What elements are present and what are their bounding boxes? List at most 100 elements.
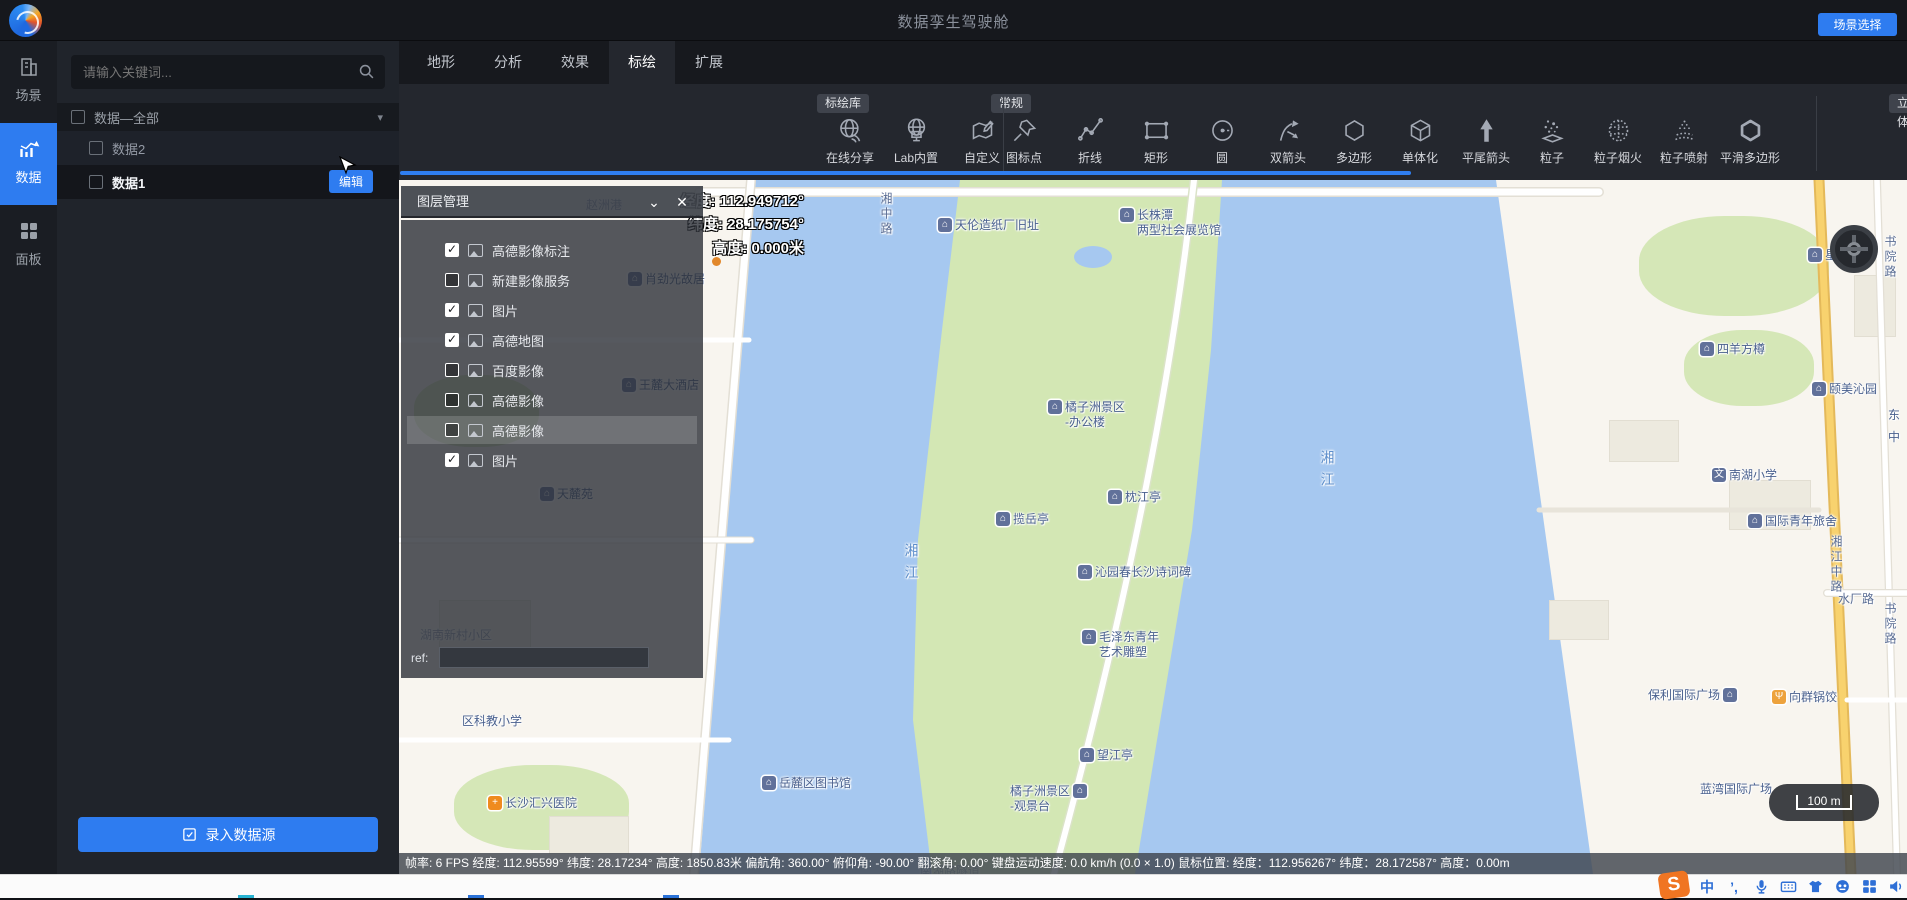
globe-screen-icon	[883, 117, 949, 144]
tree-root-row[interactable]: 数据—全部 ▾	[57, 103, 399, 131]
toolbar-scroll-indicator[interactable]	[400, 171, 1411, 175]
tool-粒子喷射[interactable]: 粒子喷射	[1651, 115, 1717, 175]
compass-control[interactable]	[1830, 225, 1878, 273]
map-label: 东	[1888, 408, 1900, 423]
layer-checkbox[interactable]	[445, 303, 459, 317]
search-icon[interactable]	[358, 63, 375, 80]
tool-label: 多边形	[1336, 151, 1372, 165]
tool-粒子[interactable]: 粒子	[1519, 115, 1585, 175]
tool-平尾箭头[interactable]: 平尾箭头	[1453, 115, 1519, 175]
tree-item-label: 数据2	[112, 139, 145, 158]
left-nav: 场景数据面板	[0, 41, 57, 874]
chevron-down-icon[interactable]: ▾	[377, 111, 383, 124]
lang-zh-icon[interactable]: 中	[1698, 878, 1716, 896]
pin-icon	[991, 117, 1057, 144]
landmark-poi-icon: ⌂	[1078, 565, 1092, 579]
tool-label: 折线	[1078, 151, 1102, 165]
keyboard-icon[interactable]	[1779, 878, 1797, 896]
tree-item-checkbox[interactable]	[89, 141, 103, 155]
speaker-icon[interactable]	[1887, 878, 1905, 896]
map-label: 区科教小学	[462, 714, 522, 729]
punctuation-icon[interactable]: ’,	[1725, 878, 1743, 896]
layer-label: 高德影像	[492, 391, 544, 410]
landmark-poi-icon: ⌂	[938, 218, 952, 232]
skin-icon[interactable]	[1806, 878, 1824, 896]
tool-粒子烟火[interactable]: 粒子烟火	[1585, 115, 1651, 175]
tool-折线[interactable]: 折线	[1057, 115, 1123, 175]
tab-标绘[interactable]: 标绘	[609, 41, 675, 84]
tree-item-checkbox[interactable]	[89, 175, 103, 189]
layer-row[interactable]: 百度影像	[407, 356, 697, 384]
layer-checkbox[interactable]	[445, 453, 459, 467]
tool-模型[interactable]: 模型	[1889, 115, 1907, 175]
hospital-poi-icon: +	[488, 796, 502, 810]
map-label-text: 橘子洲景区-办公楼	[1065, 400, 1125, 430]
robot-icon[interactable]	[1833, 878, 1851, 896]
layer-dialog-header[interactable]: 图层管理 ⌄ ✕	[401, 186, 703, 218]
tree-root-checkbox[interactable]	[71, 110, 85, 124]
ref-input[interactable]	[439, 647, 649, 668]
map-label-text: 蓝湾国际广场	[1700, 782, 1772, 797]
mic-icon[interactable]	[1752, 878, 1770, 896]
sogou-logo-icon[interactable]: S	[1657, 870, 1690, 900]
close-icon[interactable]: ✕	[669, 186, 695, 218]
tool-矩形[interactable]: 矩形	[1123, 115, 1189, 175]
image-layer-icon	[468, 454, 483, 467]
layer-manager-dialog: 图层管理 ⌄ ✕ 高德影像标注新建影像服务图片高德地图百度影像高德影像高德影像图…	[401, 186, 703, 678]
sidebar-item-场景[interactable]: 场景	[0, 41, 57, 123]
sidebar-item-面板[interactable]: 面板	[0, 205, 57, 287]
layer-row[interactable]: 图片	[407, 296, 697, 324]
map-label-text: 书院路	[1882, 602, 1897, 647]
layer-row[interactable]: 高德影像标注	[407, 236, 697, 264]
sidebar-item-数据[interactable]: 数据	[0, 123, 57, 205]
tool-平滑多边形[interactable]: 平滑多边形	[1717, 115, 1783, 175]
import-datasource-label: 录入数据源	[206, 825, 276, 845]
plot-toolbar: 地形分析效果标绘扩展 标绘库在线分享Lab内置自定义常规图标点折线矩形圆双箭头多…	[399, 41, 1907, 180]
tool-双箭头[interactable]: 双箭头	[1255, 115, 1321, 175]
map-label: 书院路	[1882, 602, 1897, 647]
map-label-text: 颐美沁园	[1829, 382, 1877, 397]
layer-checkbox[interactable]	[445, 393, 459, 407]
layer-checkbox[interactable]	[445, 423, 459, 437]
tool-多边形[interactable]: 多边形	[1321, 115, 1387, 175]
import-datasource-button[interactable]: 录入数据源	[78, 817, 378, 852]
tool-在线分享[interactable]: 在线分享	[817, 115, 883, 175]
search-input[interactable]	[83, 55, 343, 89]
map-label-text: 毛泽东青年艺术雕塑	[1099, 630, 1159, 660]
layer-checkbox[interactable]	[445, 243, 459, 257]
layer-row[interactable]: 高德影像	[407, 416, 697, 444]
image-layer-icon	[468, 274, 483, 287]
layer-row[interactable]: 新建影像服务	[407, 266, 697, 294]
tool-Lab内置[interactable]: Lab内置	[883, 115, 949, 175]
map-label: ⌂长株潭两型社会展览馆	[1120, 208, 1221, 238]
tab-扩展[interactable]: 扩展	[676, 41, 742, 84]
scene-select-button[interactable]: 场景选择	[1818, 13, 1897, 36]
image-layer-icon	[468, 394, 483, 407]
tool-圆[interactable]: 圆	[1189, 115, 1255, 175]
tab-效果[interactable]: 效果	[542, 41, 608, 84]
panel-icon	[17, 219, 41, 243]
tab-地形[interactable]: 地形	[408, 41, 474, 84]
layer-checkbox[interactable]	[445, 273, 459, 287]
layer-row[interactable]: 高德影像	[407, 386, 697, 414]
layer-row[interactable]: 高德地图	[407, 326, 697, 354]
tool-图标点[interactable]: 图标点	[991, 115, 1057, 175]
tool-label: 平尾箭头	[1462, 151, 1510, 165]
layer-checkbox[interactable]	[445, 333, 459, 347]
tool-单体化[interactable]: 单体化	[1387, 115, 1453, 175]
map-label: 湘中路	[878, 192, 893, 237]
map-label: 书院路	[1882, 235, 1897, 280]
tool-label: 粒子	[1540, 151, 1564, 165]
map-label: ⌂毛泽东青年艺术雕塑	[1082, 630, 1159, 660]
collapse-icon[interactable]: ⌄	[641, 186, 667, 218]
tab-分析[interactable]: 分析	[475, 41, 541, 84]
os-taskbar: S 中’,	[0, 874, 1907, 898]
layer-row[interactable]: 图片	[407, 446, 697, 474]
map-label: ⌂望江亭	[1080, 748, 1133, 763]
ime-bar: S 中’,	[1659, 875, 1907, 899]
toolbox-icon[interactable]	[1860, 878, 1878, 896]
tree-root-label: 数据—全部	[94, 108, 159, 127]
layer-checkbox[interactable]	[445, 363, 459, 377]
layer-dialog-title: 图层管理	[417, 194, 469, 209]
map-label-text: 中	[1888, 430, 1900, 445]
